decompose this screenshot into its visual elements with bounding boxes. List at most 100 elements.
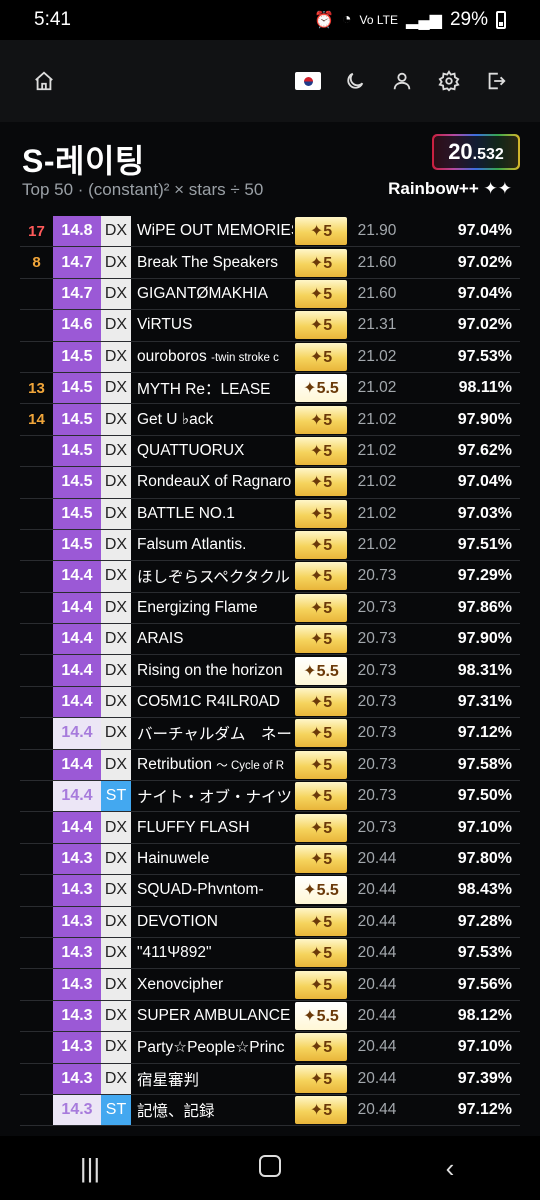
rank-name: Rainbow++ ✦✦ bbox=[388, 179, 512, 198]
constant-value: 20.73 bbox=[357, 755, 397, 773]
level-badge: 14.5 bbox=[53, 498, 101, 529]
stars-badge: ✦5 bbox=[295, 782, 347, 811]
level-badge: 14.5 bbox=[53, 404, 101, 435]
android-nav-bar: ||| ‹ bbox=[0, 1136, 540, 1200]
accuracy-value: 97.80% bbox=[457, 850, 512, 867]
table-row[interactable]: 17 14.8 DX WiPE OUT MEMORIES ✦5 21.90 97… bbox=[20, 216, 520, 248]
constant-value: 21.60 bbox=[357, 253, 397, 271]
table-row[interactable]: 14.5 DX ouroboros -twin stroke c ✦5 21.0… bbox=[20, 341, 520, 373]
constant-value: 20.44 bbox=[357, 1038, 397, 1056]
stars-badge: ✦5 bbox=[295, 342, 347, 371]
song-title: Hainuwele bbox=[131, 850, 293, 868]
accuracy-value: 97.50% bbox=[457, 787, 512, 805]
stars-badge: ✦5 bbox=[295, 939, 347, 968]
table-row[interactable]: 14.5 DX Falsum Atlantis. ✦5 21.02 97.51% bbox=[20, 529, 520, 562]
song-title: Party☆People☆Princ bbox=[131, 1038, 293, 1057]
rank-change bbox=[20, 499, 53, 529]
rating-decimal: .532 bbox=[472, 146, 504, 163]
chart-type-badge: DX bbox=[101, 906, 131, 937]
chart-type-badge: DX bbox=[101, 1000, 131, 1032]
table-row[interactable]: 14.4 DX Retribution ～ Cycle of R ✦5 20.7… bbox=[20, 749, 520, 782]
rank-change bbox=[20, 561, 53, 591]
table-row[interactable]: 14.4 DX バーチャルダム ネーシ ✦5 20.73 97.12% bbox=[20, 718, 520, 750]
constant-value: 20.44 bbox=[357, 1069, 397, 1087]
stars-badge: ✦5 bbox=[295, 405, 347, 434]
table-row[interactable]: 14.4 DX CO5M1C R4ILR0AD ✦5 20.73 97.31% bbox=[20, 686, 520, 719]
recent-apps-button[interactable]: ||| bbox=[60, 1153, 120, 1184]
chart-type-badge: DX bbox=[101, 341, 131, 372]
table-row[interactable]: 14 14.5 DX Get U ♭ack ✦5 21.02 97.90% bbox=[20, 404, 520, 436]
accuracy-value: 98.43% bbox=[457, 881, 512, 899]
song-name: CO5M1C R4ILR0AD bbox=[137, 693, 280, 711]
volte-label: Vo LTE bbox=[359, 13, 399, 27]
gear-icon[interactable] bbox=[429, 61, 469, 101]
song-title: MYTH Re：LEASE bbox=[131, 377, 293, 399]
constant-value: 21.02 bbox=[357, 379, 397, 397]
home-icon[interactable] bbox=[24, 61, 64, 101]
language-flag-button[interactable] bbox=[288, 61, 328, 101]
level-badge: 14.3 bbox=[53, 1094, 101, 1126]
table-row[interactable]: 14.4 DX FLUFFY FLASH ✦5 20.73 97.10% bbox=[20, 812, 520, 844]
table-row[interactable]: 14.7 DX GIGANTØMAKHIA ✦5 21.60 97.04% bbox=[20, 278, 520, 311]
stars-badge: ✦5 bbox=[295, 813, 347, 842]
moon-icon[interactable] bbox=[335, 61, 375, 101]
rank-change bbox=[20, 812, 53, 842]
table-row[interactable]: 14.6 DX ViRTUS ✦5 21.31 97.02% bbox=[20, 310, 520, 342]
table-row[interactable]: 13 14.5 DX MYTH Re：LEASE ✦5.5 21.02 98.1… bbox=[20, 372, 520, 405]
chart-type-badge: DX bbox=[101, 372, 131, 404]
song-name: "411Ψ892" bbox=[137, 944, 212, 962]
song-name: ほしぞらスペクタクル bbox=[137, 569, 290, 587]
table-row[interactable]: 14.3 ST 記憶、記録 ✦5 20.44 97.12% bbox=[20, 1094, 520, 1127]
back-button[interactable]: ‹ bbox=[420, 1153, 480, 1184]
level-badge: 14.4 bbox=[53, 624, 101, 655]
table-row[interactable]: 14.4 DX ほしぞらスペクタクル ✦5 20.73 97.29% bbox=[20, 561, 520, 593]
table-row[interactable]: 14.4 DX Energizing Flame ✦5 20.73 97.86% bbox=[20, 592, 520, 625]
song-name: Retribution bbox=[137, 755, 217, 773]
table-row[interactable]: 14.5 DX BATTLE NO.1 ✦5 21.02 97.03% bbox=[20, 498, 520, 530]
song-title: Break The Speakers bbox=[131, 254, 293, 272]
table-row[interactable]: 14.3 DX Party☆People☆Princ ✦5 20.44 97.1… bbox=[20, 1032, 520, 1064]
rank-change bbox=[20, 938, 53, 968]
accuracy-value: 97.29% bbox=[457, 567, 512, 585]
accuracy-value: 97.53% bbox=[457, 944, 512, 962]
table-row[interactable]: 14.5 DX RondeauX of Ragnaro ✦5 21.02 97.… bbox=[20, 467, 520, 499]
song-title: QUATTUORUX bbox=[131, 442, 293, 460]
song-title: FLUFFY FLASH bbox=[131, 819, 293, 837]
table-row[interactable]: 14.3 DX SUPER AMBULANCE ✦5.5 20.44 98.12… bbox=[20, 1000, 520, 1033]
level-badge: 14.7 bbox=[53, 278, 101, 310]
table-row[interactable]: 14.5 DX QUATTUORUX ✦5 21.02 97.62% bbox=[20, 435, 520, 468]
table-row[interactable]: 14.4 ST ナイト・オブ・ナイツ ✦5 20.73 97.50% bbox=[20, 781, 520, 813]
song-name: DEVOTION bbox=[137, 912, 218, 930]
song-name: WiPE OUT MEMORIES bbox=[137, 222, 293, 240]
chart-type-badge: DX bbox=[101, 875, 131, 906]
table-row[interactable]: 8 14.7 DX Break The Speakers ✦5 21.60 97… bbox=[20, 247, 520, 279]
logout-icon[interactable] bbox=[476, 61, 516, 101]
constant-value: 20.73 bbox=[357, 598, 397, 616]
constant-value: 20.73 bbox=[357, 724, 397, 742]
constant-value: 21.31 bbox=[357, 316, 397, 334]
accuracy-value: 97.56% bbox=[457, 975, 512, 993]
table-row[interactable]: 14.3 DX "411Ψ892" ✦5 20.44 97.53% bbox=[20, 937, 520, 970]
song-name: ouroboros bbox=[137, 347, 212, 365]
accuracy-value: 98.31% bbox=[457, 661, 512, 679]
level-badge: 14.5 bbox=[53, 529, 101, 561]
table-row[interactable]: 14.3 DX DEVOTION ✦5 20.44 97.28% bbox=[20, 906, 520, 938]
song-name: ARAIS bbox=[137, 630, 184, 648]
song-title: BATTLE NO.1 bbox=[131, 505, 293, 523]
accuracy-value: 97.02% bbox=[457, 253, 512, 271]
home-button[interactable] bbox=[240, 1153, 300, 1184]
table-row[interactable]: 14.3 DX Xenovcipher ✦5 20.44 97.56% bbox=[20, 969, 520, 1001]
song-name: バーチャルダム ネーシ bbox=[137, 726, 293, 744]
chart-type-badge: DX bbox=[101, 937, 131, 969]
chart-type-badge: DX bbox=[101, 529, 131, 561]
level-badge: 14.4 bbox=[53, 812, 101, 843]
song-name: FLUFFY FLASH bbox=[137, 818, 250, 836]
table-row[interactable]: 14.3 DX SQUAD-Phvntom- ✦5.5 20.44 98.43% bbox=[20, 875, 520, 907]
table-row[interactable]: 14.4 DX ARAIS ✦5 20.73 97.90% bbox=[20, 624, 520, 656]
table-row[interactable]: 14.3 DX Hainuwele ✦5 20.44 97.80% bbox=[20, 843, 520, 876]
table-row[interactable]: 14.3 DX 宿星審判 ✦5 20.44 97.39% bbox=[20, 1063, 520, 1095]
rating-badge: 20.532 bbox=[432, 134, 520, 170]
song-title: ナイト・オブ・ナイツ bbox=[131, 785, 293, 807]
user-icon[interactable] bbox=[382, 61, 422, 101]
table-row[interactable]: 14.4 DX Rising on the horizon ✦5.5 20.73… bbox=[20, 655, 520, 687]
